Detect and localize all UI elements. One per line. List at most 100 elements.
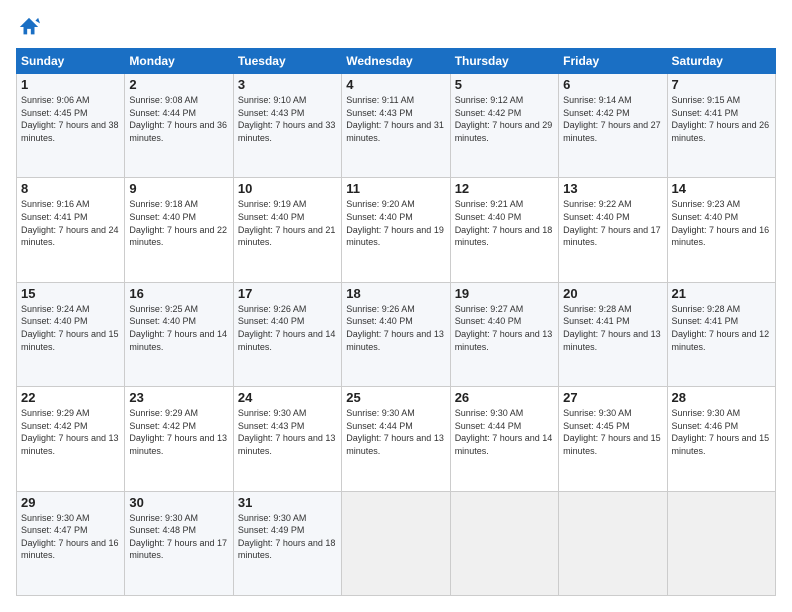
calendar-cell — [667, 491, 775, 595]
day-number: 10 — [238, 181, 337, 196]
calendar-cell: 8 Sunrise: 9:16 AMSunset: 4:41 PMDayligh… — [17, 178, 125, 282]
day-of-week-header: Saturday — [667, 49, 775, 74]
day-number: 16 — [129, 286, 228, 301]
day-number: 2 — [129, 77, 228, 92]
cell-details: Sunrise: 9:15 AMSunset: 4:41 PMDaylight:… — [672, 95, 770, 143]
day-number: 26 — [455, 390, 554, 405]
calendar-body: 1 Sunrise: 9:06 AMSunset: 4:45 PMDayligh… — [17, 74, 776, 596]
cell-details: Sunrise: 9:22 AMSunset: 4:40 PMDaylight:… — [563, 199, 661, 247]
calendar-week-row: 15 Sunrise: 9:24 AMSunset: 4:40 PMDaylig… — [17, 282, 776, 386]
calendar-cell: 15 Sunrise: 9:24 AMSunset: 4:40 PMDaylig… — [17, 282, 125, 386]
cell-details: Sunrise: 9:26 AMSunset: 4:40 PMDaylight:… — [346, 304, 444, 352]
cell-details: Sunrise: 9:14 AMSunset: 4:42 PMDaylight:… — [563, 95, 661, 143]
cell-details: Sunrise: 9:20 AMSunset: 4:40 PMDaylight:… — [346, 199, 444, 247]
cell-details: Sunrise: 9:29 AMSunset: 4:42 PMDaylight:… — [21, 408, 119, 456]
cell-details: Sunrise: 9:30 AMSunset: 4:44 PMDaylight:… — [346, 408, 444, 456]
calendar-cell: 29 Sunrise: 9:30 AMSunset: 4:47 PMDaylig… — [17, 491, 125, 595]
cell-details: Sunrise: 9:10 AMSunset: 4:43 PMDaylight:… — [238, 95, 336, 143]
calendar-cell — [450, 491, 558, 595]
cell-details: Sunrise: 9:23 AMSunset: 4:40 PMDaylight:… — [672, 199, 770, 247]
calendar-cell: 24 Sunrise: 9:30 AMSunset: 4:43 PMDaylig… — [233, 387, 341, 491]
cell-details: Sunrise: 9:18 AMSunset: 4:40 PMDaylight:… — [129, 199, 227, 247]
day-number: 15 — [21, 286, 120, 301]
calendar-cell — [559, 491, 667, 595]
day-number: 31 — [238, 495, 337, 510]
cell-details: Sunrise: 9:30 AMSunset: 4:44 PMDaylight:… — [455, 408, 553, 456]
calendar-header-row: SundayMondayTuesdayWednesdayThursdayFrid… — [17, 49, 776, 74]
cell-details: Sunrise: 9:16 AMSunset: 4:41 PMDaylight:… — [21, 199, 119, 247]
calendar-week-row: 8 Sunrise: 9:16 AMSunset: 4:41 PMDayligh… — [17, 178, 776, 282]
calendar-cell: 30 Sunrise: 9:30 AMSunset: 4:48 PMDaylig… — [125, 491, 233, 595]
day-number: 3 — [238, 77, 337, 92]
calendar-cell — [342, 491, 450, 595]
calendar-cell: 26 Sunrise: 9:30 AMSunset: 4:44 PMDaylig… — [450, 387, 558, 491]
calendar-cell: 27 Sunrise: 9:30 AMSunset: 4:45 PMDaylig… — [559, 387, 667, 491]
calendar-cell: 25 Sunrise: 9:30 AMSunset: 4:44 PMDaylig… — [342, 387, 450, 491]
cell-details: Sunrise: 9:30 AMSunset: 4:46 PMDaylight:… — [672, 408, 770, 456]
cell-details: Sunrise: 9:30 AMSunset: 4:48 PMDaylight:… — [129, 513, 227, 561]
cell-details: Sunrise: 9:30 AMSunset: 4:43 PMDaylight:… — [238, 408, 336, 456]
day-number: 19 — [455, 286, 554, 301]
calendar-cell: 22 Sunrise: 9:29 AMSunset: 4:42 PMDaylig… — [17, 387, 125, 491]
cell-details: Sunrise: 9:28 AMSunset: 4:41 PMDaylight:… — [672, 304, 770, 352]
calendar-cell: 1 Sunrise: 9:06 AMSunset: 4:45 PMDayligh… — [17, 74, 125, 178]
day-number: 6 — [563, 77, 662, 92]
calendar-cell: 10 Sunrise: 9:19 AMSunset: 4:40 PMDaylig… — [233, 178, 341, 282]
logo-icon — [18, 16, 40, 38]
calendar-cell: 12 Sunrise: 9:21 AMSunset: 4:40 PMDaylig… — [450, 178, 558, 282]
cell-details: Sunrise: 9:25 AMSunset: 4:40 PMDaylight:… — [129, 304, 227, 352]
day-number: 30 — [129, 495, 228, 510]
day-of-week-header: Monday — [125, 49, 233, 74]
day-number: 29 — [21, 495, 120, 510]
cell-details: Sunrise: 9:24 AMSunset: 4:40 PMDaylight:… — [21, 304, 119, 352]
day-number: 1 — [21, 77, 120, 92]
day-of-week-header: Wednesday — [342, 49, 450, 74]
day-number: 13 — [563, 181, 662, 196]
day-of-week-header: Thursday — [450, 49, 558, 74]
calendar-cell: 28 Sunrise: 9:30 AMSunset: 4:46 PMDaylig… — [667, 387, 775, 491]
cell-details: Sunrise: 9:06 AMSunset: 4:45 PMDaylight:… — [21, 95, 119, 143]
calendar-cell: 19 Sunrise: 9:27 AMSunset: 4:40 PMDaylig… — [450, 282, 558, 386]
cell-details: Sunrise: 9:30 AMSunset: 4:45 PMDaylight:… — [563, 408, 661, 456]
calendar-cell: 5 Sunrise: 9:12 AMSunset: 4:42 PMDayligh… — [450, 74, 558, 178]
logo — [16, 16, 40, 38]
day-number: 27 — [563, 390, 662, 405]
calendar-cell: 20 Sunrise: 9:28 AMSunset: 4:41 PMDaylig… — [559, 282, 667, 386]
day-number: 23 — [129, 390, 228, 405]
header — [16, 16, 776, 38]
calendar-cell: 31 Sunrise: 9:30 AMSunset: 4:49 PMDaylig… — [233, 491, 341, 595]
day-of-week-header: Friday — [559, 49, 667, 74]
calendar-cell: 17 Sunrise: 9:26 AMSunset: 4:40 PMDaylig… — [233, 282, 341, 386]
calendar-cell: 3 Sunrise: 9:10 AMSunset: 4:43 PMDayligh… — [233, 74, 341, 178]
cell-details: Sunrise: 9:27 AMSunset: 4:40 PMDaylight:… — [455, 304, 553, 352]
calendar-week-row: 29 Sunrise: 9:30 AMSunset: 4:47 PMDaylig… — [17, 491, 776, 595]
page: SundayMondayTuesdayWednesdayThursdayFrid… — [0, 0, 792, 612]
cell-details: Sunrise: 9:30 AMSunset: 4:49 PMDaylight:… — [238, 513, 336, 561]
calendar-table: SundayMondayTuesdayWednesdayThursdayFrid… — [16, 48, 776, 596]
cell-details: Sunrise: 9:29 AMSunset: 4:42 PMDaylight:… — [129, 408, 227, 456]
cell-details: Sunrise: 9:19 AMSunset: 4:40 PMDaylight:… — [238, 199, 336, 247]
day-number: 14 — [672, 181, 771, 196]
cell-details: Sunrise: 9:30 AMSunset: 4:47 PMDaylight:… — [21, 513, 119, 561]
calendar-cell: 4 Sunrise: 9:11 AMSunset: 4:43 PMDayligh… — [342, 74, 450, 178]
cell-details: Sunrise: 9:28 AMSunset: 4:41 PMDaylight:… — [563, 304, 661, 352]
calendar-week-row: 1 Sunrise: 9:06 AMSunset: 4:45 PMDayligh… — [17, 74, 776, 178]
cell-details: Sunrise: 9:21 AMSunset: 4:40 PMDaylight:… — [455, 199, 553, 247]
calendar-cell: 2 Sunrise: 9:08 AMSunset: 4:44 PMDayligh… — [125, 74, 233, 178]
day-number: 24 — [238, 390, 337, 405]
calendar-week-row: 22 Sunrise: 9:29 AMSunset: 4:42 PMDaylig… — [17, 387, 776, 491]
calendar-cell: 11 Sunrise: 9:20 AMSunset: 4:40 PMDaylig… — [342, 178, 450, 282]
day-number: 17 — [238, 286, 337, 301]
day-of-week-header: Tuesday — [233, 49, 341, 74]
calendar-cell: 16 Sunrise: 9:25 AMSunset: 4:40 PMDaylig… — [125, 282, 233, 386]
day-number: 12 — [455, 181, 554, 196]
day-number: 7 — [672, 77, 771, 92]
calendar-cell: 6 Sunrise: 9:14 AMSunset: 4:42 PMDayligh… — [559, 74, 667, 178]
day-number: 8 — [21, 181, 120, 196]
day-number: 22 — [21, 390, 120, 405]
day-number: 20 — [563, 286, 662, 301]
calendar-cell: 9 Sunrise: 9:18 AMSunset: 4:40 PMDayligh… — [125, 178, 233, 282]
day-number: 18 — [346, 286, 445, 301]
day-of-week-header: Sunday — [17, 49, 125, 74]
day-number: 11 — [346, 181, 445, 196]
